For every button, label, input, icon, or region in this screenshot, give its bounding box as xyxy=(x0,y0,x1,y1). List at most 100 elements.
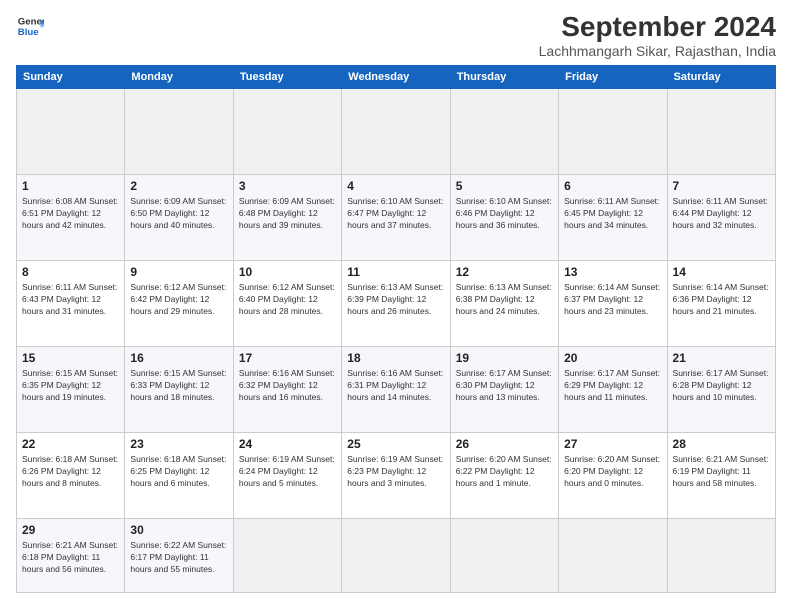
day-info: Sunrise: 6:14 AM Sunset: 6:37 PM Dayligh… xyxy=(564,281,661,318)
calendar-header-row: Sunday Monday Tuesday Wednesday Thursday… xyxy=(17,65,776,88)
table-row: 17 Sunrise: 6:16 AM Sunset: 6:32 PM Dayli… xyxy=(233,346,341,432)
logo-icon: General Blue xyxy=(16,12,44,40)
col-tuesday: Tuesday xyxy=(233,65,341,88)
day-info: Sunrise: 6:13 AM Sunset: 6:38 PM Dayligh… xyxy=(456,281,553,318)
day-info: Sunrise: 6:12 AM Sunset: 6:40 PM Dayligh… xyxy=(239,281,336,318)
day-number: 4 xyxy=(347,179,444,193)
day-info: Sunrise: 6:17 AM Sunset: 6:29 PM Dayligh… xyxy=(564,367,661,404)
table-row: 10 Sunrise: 6:12 AM Sunset: 6:40 PM Dayli… xyxy=(233,260,341,346)
table-row xyxy=(233,88,341,174)
day-number: 17 xyxy=(239,351,336,365)
col-wednesday: Wednesday xyxy=(342,65,450,88)
day-info: Sunrise: 6:19 AM Sunset: 6:23 PM Dayligh… xyxy=(347,453,444,490)
day-number: 24 xyxy=(239,437,336,451)
day-info: Sunrise: 6:17 AM Sunset: 6:28 PM Dayligh… xyxy=(673,367,770,404)
table-row: 23 Sunrise: 6:18 AM Sunset: 6:25 PM Dayli… xyxy=(125,432,233,518)
table-row: 1 Sunrise: 6:08 AM Sunset: 6:51 PM Daylig… xyxy=(17,174,125,260)
table-row: 18 Sunrise: 6:16 AM Sunset: 6:31 PM Dayli… xyxy=(342,346,450,432)
day-number: 18 xyxy=(347,351,444,365)
table-row: 21Sunrise: 6:17 AM Sunset: 6:28 PM Dayli… xyxy=(667,346,775,432)
day-info: Sunrise: 6:19 AM Sunset: 6:24 PM Dayligh… xyxy=(239,453,336,490)
day-number: 28 xyxy=(673,437,770,451)
day-number: 23 xyxy=(130,437,227,451)
day-info: Sunrise: 6:18 AM Sunset: 6:26 PM Dayligh… xyxy=(22,453,119,490)
col-sunday: Sunday xyxy=(17,65,125,88)
day-info: Sunrise: 6:14 AM Sunset: 6:36 PM Dayligh… xyxy=(673,281,770,318)
table-row: 8Sunrise: 6:11 AM Sunset: 6:43 PM Daylig… xyxy=(17,260,125,346)
table-row xyxy=(667,518,775,592)
table-row: 9Sunrise: 6:12 AM Sunset: 6:42 PM Daylig… xyxy=(125,260,233,346)
table-row: 4Sunrise: 6:10 AM Sunset: 6:47 PM Daylig… xyxy=(342,174,450,260)
table-row: 14 Sunrise: 6:14 AM Sunset: 6:36 PM Dayli… xyxy=(667,260,775,346)
day-number: 6 xyxy=(564,179,661,193)
day-info: Sunrise: 6:21 AM Sunset: 6:18 PM Dayligh… xyxy=(22,539,119,576)
header: General Blue September 2024 Lachhmangarh… xyxy=(16,12,776,59)
day-number: 16 xyxy=(130,351,227,365)
day-number: 11 xyxy=(347,265,444,279)
day-info: Sunrise: 6:21 AM Sunset: 6:19 PM Dayligh… xyxy=(673,453,770,490)
title-block: September 2024 Lachhmangarh Sikar, Rajas… xyxy=(539,12,776,59)
table-row xyxy=(17,88,125,174)
svg-text:Blue: Blue xyxy=(18,27,39,38)
table-row: 30 Sunrise: 6:22 AM Sunset: 6:17 PM Dayli… xyxy=(125,518,233,592)
table-row: 16 Sunrise: 6:15 AM Sunset: 6:33 PM Dayli… xyxy=(125,346,233,432)
table-row xyxy=(125,88,233,174)
day-info: Sunrise: 6:22 AM Sunset: 6:17 PM Dayligh… xyxy=(130,539,227,576)
table-row: 24 Sunrise: 6:19 AM Sunset: 6:24 PM Dayli… xyxy=(233,432,341,518)
table-row xyxy=(667,88,775,174)
table-row: 5 Sunrise: 6:10 AM Sunset: 6:46 PM Daylig… xyxy=(450,174,558,260)
day-info: Sunrise: 6:18 AM Sunset: 6:25 PM Dayligh… xyxy=(130,453,227,490)
table-row: 25 Sunrise: 6:19 AM Sunset: 6:23 PM Dayli… xyxy=(342,432,450,518)
table-row: 11 Sunrise: 6:13 AM Sunset: 6:39 PM Dayli… xyxy=(342,260,450,346)
day-info: Sunrise: 6:08 AM Sunset: 6:51 PM Dayligh… xyxy=(22,195,119,232)
day-info: Sunrise: 6:16 AM Sunset: 6:31 PM Dayligh… xyxy=(347,367,444,404)
day-number: 30 xyxy=(130,523,227,537)
day-number: 7 xyxy=(673,179,770,193)
calendar-table: Sunday Monday Tuesday Wednesday Thursday… xyxy=(16,65,776,593)
table-row: 12 Sunrise: 6:13 AM Sunset: 6:38 PM Dayli… xyxy=(450,260,558,346)
day-info: Sunrise: 6:09 AM Sunset: 6:50 PM Dayligh… xyxy=(130,195,227,232)
day-number: 12 xyxy=(456,265,553,279)
day-number: 26 xyxy=(456,437,553,451)
day-number: 15 xyxy=(22,351,119,365)
day-info: Sunrise: 6:11 AM Sunset: 6:45 PM Dayligh… xyxy=(564,195,661,232)
day-number: 2 xyxy=(130,179,227,193)
table-row: 28 Sunrise: 6:21 AM Sunset: 6:19 PM Dayli… xyxy=(667,432,775,518)
day-number: 20 xyxy=(564,351,661,365)
logo: General Blue xyxy=(16,12,44,40)
day-number: 14 xyxy=(673,265,770,279)
day-info: Sunrise: 6:10 AM Sunset: 6:46 PM Dayligh… xyxy=(456,195,553,232)
table-row xyxy=(450,518,558,592)
day-number: 3 xyxy=(239,179,336,193)
svg-text:General: General xyxy=(18,16,44,27)
day-info: Sunrise: 6:17 AM Sunset: 6:30 PM Dayligh… xyxy=(456,367,553,404)
col-friday: Friday xyxy=(559,65,667,88)
table-row: 15 Sunrise: 6:15 AM Sunset: 6:35 PM Dayli… xyxy=(17,346,125,432)
day-info: Sunrise: 6:13 AM Sunset: 6:39 PM Dayligh… xyxy=(347,281,444,318)
day-number: 29 xyxy=(22,523,119,537)
day-number: 10 xyxy=(239,265,336,279)
table-row xyxy=(559,88,667,174)
table-row xyxy=(233,518,341,592)
day-number: 25 xyxy=(347,437,444,451)
table-row: 3Sunrise: 6:09 AM Sunset: 6:48 PM Daylig… xyxy=(233,174,341,260)
table-row: 6 Sunrise: 6:11 AM Sunset: 6:45 PM Daylig… xyxy=(559,174,667,260)
day-number: 19 xyxy=(456,351,553,365)
table-row xyxy=(450,88,558,174)
day-number: 9 xyxy=(130,265,227,279)
day-info: Sunrise: 6:11 AM Sunset: 6:44 PM Dayligh… xyxy=(673,195,770,232)
table-row: 20 Sunrise: 6:17 AM Sunset: 6:29 PM Dayli… xyxy=(559,346,667,432)
day-info: Sunrise: 6:20 AM Sunset: 6:20 PM Dayligh… xyxy=(564,453,661,490)
day-number: 22 xyxy=(22,437,119,451)
day-info: Sunrise: 6:15 AM Sunset: 6:33 PM Dayligh… xyxy=(130,367,227,404)
day-number: 5 xyxy=(456,179,553,193)
table-row xyxy=(342,518,450,592)
day-info: Sunrise: 6:15 AM Sunset: 6:35 PM Dayligh… xyxy=(22,367,119,404)
table-row: 19 Sunrise: 6:17 AM Sunset: 6:30 PM Dayli… xyxy=(450,346,558,432)
table-row: 22 Sunrise: 6:18 AM Sunset: 6:26 PM Dayli… xyxy=(17,432,125,518)
day-number: 1 xyxy=(22,179,119,193)
table-row xyxy=(342,88,450,174)
table-row: 26Sunrise: 6:20 AM Sunset: 6:22 PM Dayli… xyxy=(450,432,558,518)
month-title: September 2024 xyxy=(539,12,776,43)
day-info: Sunrise: 6:16 AM Sunset: 6:32 PM Dayligh… xyxy=(239,367,336,404)
